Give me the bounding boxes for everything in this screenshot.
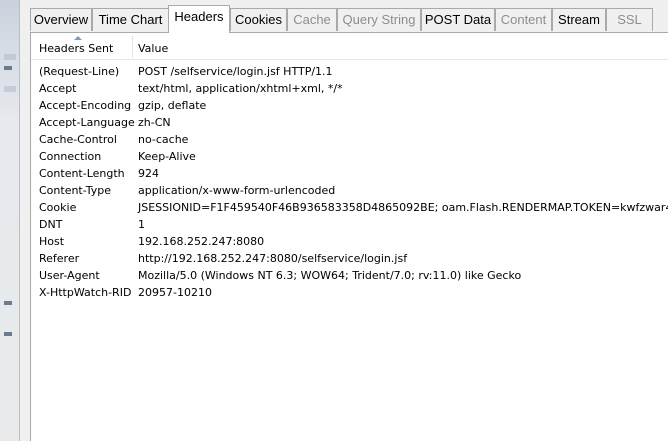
tab-content[interactable]: Content	[495, 8, 552, 31]
table-header: Headers Sent Value	[31, 33, 668, 60]
header-name-cell: Content-Length	[39, 167, 125, 180]
edge-mark	[4, 332, 12, 336]
header-value-cell: 1	[138, 218, 145, 231]
edge-mark	[4, 66, 12, 70]
tab-time-chart[interactable]: Time Chart	[92, 8, 169, 31]
table-row[interactable]: Connection Keep-Alive	[31, 148, 668, 165]
header-name-cell: Accept-Language	[39, 116, 135, 129]
table-row[interactable]: Cookie JSESSIONID=F1F459540F46B936583358D…	[31, 199, 668, 216]
header-name-cell: Accept	[39, 82, 77, 95]
header-name-cell: DNT	[39, 218, 63, 231]
table-row[interactable]: X-HttpWatch-RID 20957-10210	[31, 284, 668, 301]
httpwatch-detail-panel: Overview Time Chart Headers Cookies Cach…	[21, 0, 668, 441]
column-header-value[interactable]: Value	[138, 33, 168, 60]
header-value-cell: application/x-www-form-urlencoded	[138, 184, 336, 197]
column-divider[interactable]	[132, 36, 133, 58]
table-row[interactable]: Content-Type application/x-www-form-urlen…	[31, 182, 668, 199]
header-value-cell: JSESSIONID=F1F459540F46B936583358D486509…	[138, 201, 668, 214]
header-name-cell: (Request-Line)	[39, 65, 120, 78]
tab-cookies[interactable]: Cookies	[230, 8, 287, 31]
header-value-cell: Mozilla/5.0 (Windows NT 6.3; WOW64; Trid…	[138, 269, 522, 282]
tab-ssl[interactable]: SSL	[606, 8, 653, 31]
header-value-cell: zh-CN	[138, 116, 171, 129]
header-name-cell: Content-Type	[39, 184, 111, 197]
left-window-edge	[0, 0, 20, 441]
tab-post-data[interactable]: POST Data	[421, 8, 495, 31]
headers-table: Headers Sent Value (Request-Line) POST /s…	[30, 32, 668, 441]
tab-stream[interactable]: Stream	[552, 8, 606, 31]
header-value-cell: Keep-Alive	[138, 150, 196, 163]
edge-mark	[4, 301, 12, 305]
table-row[interactable]: Referer http://192.168.252.247:8080/selfs…	[31, 250, 668, 267]
tab-overview[interactable]: Overview	[30, 8, 92, 31]
tab-query-string[interactable]: Query String	[337, 8, 421, 31]
header-value-cell: POST /selfservice/login.jsf HTTP/1.1	[138, 65, 333, 78]
header-name-cell: Host	[39, 235, 65, 248]
header-name-cell: Cache-Control	[39, 133, 117, 146]
header-value-cell: gzip, deflate	[138, 99, 207, 112]
table-row[interactable]: Accept-Encoding gzip, deflate	[31, 97, 668, 114]
header-name-cell: Connection	[39, 150, 102, 163]
header-name-cell: Cookie	[39, 201, 77, 214]
table-row[interactable]: Host 192.168.252.247:8080	[31, 233, 668, 250]
table-row[interactable]: (Request-Line) POST /selfservice/login.js…	[31, 63, 668, 80]
table-row[interactable]: Accept-Language zh-CN	[31, 114, 668, 131]
edge-mark	[4, 86, 16, 92]
edge-mark	[4, 54, 16, 60]
table-row[interactable]: DNT 1	[31, 216, 668, 233]
table-row[interactable]: Cache-Control no-cache	[31, 131, 668, 148]
header-name-cell: Referer	[39, 252, 80, 265]
tab-bar: Overview Time Chart Headers Cookies Cach…	[21, 0, 668, 33]
header-value-cell: text/html, application/xhtml+xml, */*	[138, 82, 343, 95]
header-value-cell: 924	[138, 167, 159, 180]
header-value-cell: 20957-10210	[138, 286, 212, 299]
header-name-cell: X-HttpWatch-RID	[39, 286, 132, 299]
table-row[interactable]: Accept text/html, application/xhtml+xml, …	[31, 80, 668, 97]
header-value-cell: 192.168.252.247:8080	[138, 235, 265, 248]
column-header-headers-sent[interactable]: Headers Sent	[39, 33, 113, 60]
tab-cache[interactable]: Cache	[287, 8, 337, 31]
table-row[interactable]: User-Agent Mozilla/5.0 (Windows NT 6.3; W…	[31, 267, 668, 284]
header-name-cell: User-Agent	[39, 269, 100, 282]
header-value-cell: no-cache	[138, 133, 189, 146]
header-value-cell: http://192.168.252.247:8080/selfservice/…	[138, 252, 408, 265]
tab-headers[interactable]: Headers	[168, 5, 230, 33]
table-row[interactable]: Content-Length 924	[31, 165, 668, 182]
header-name-cell: Accept-Encoding	[39, 99, 132, 112]
